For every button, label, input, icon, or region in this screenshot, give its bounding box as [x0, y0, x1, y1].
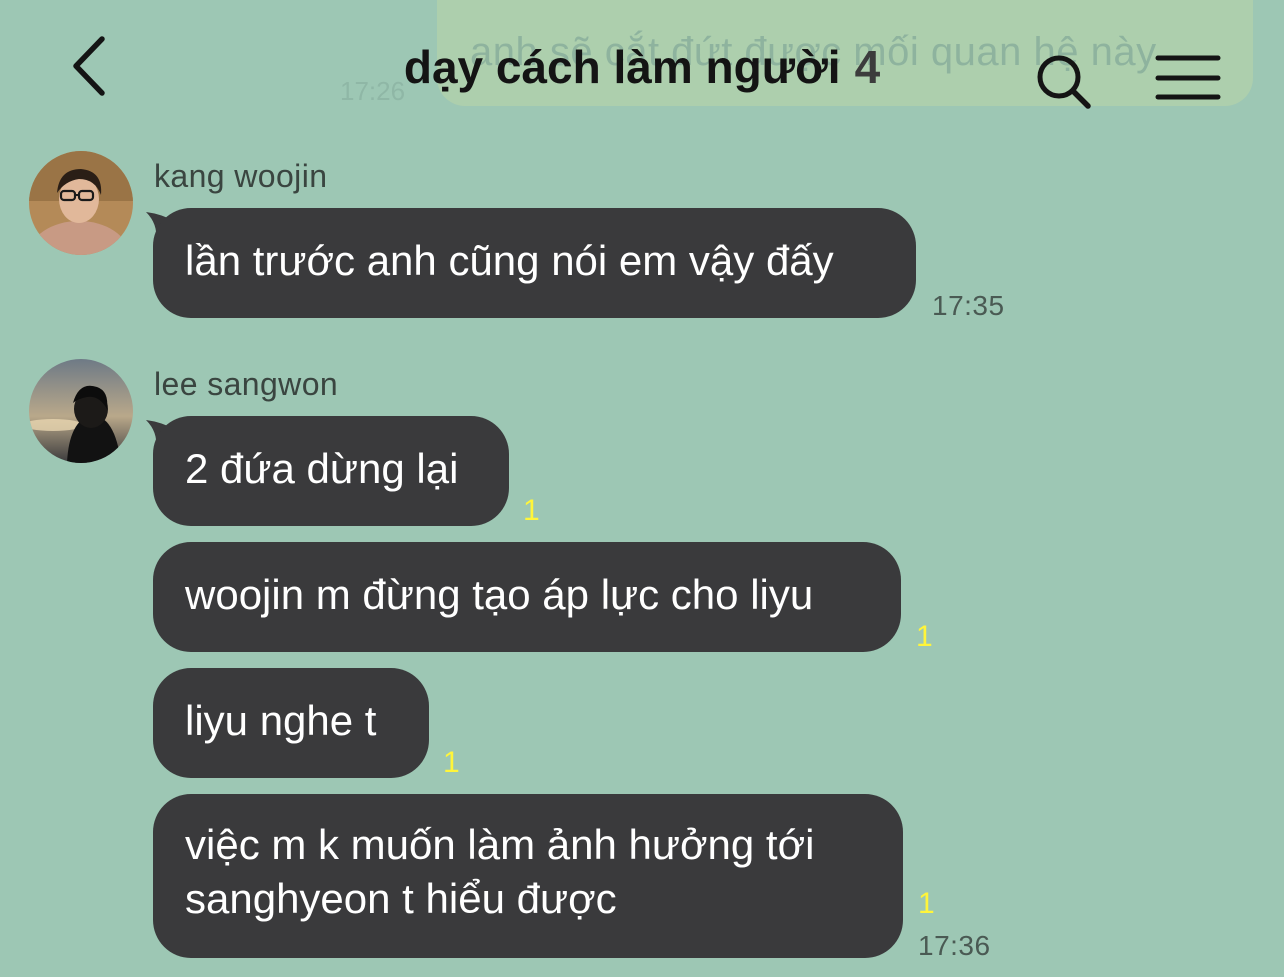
chat-header: dạy cách làm người 4 [0, 0, 1284, 140]
message-text: woojin m đừng tạo áp lực cho liyu [185, 571, 814, 618]
message-time: 17:36 [918, 930, 991, 961]
message-bubble[interactable]: woojin m đừng tạo áp lực cho liyu [153, 542, 901, 652]
message-text: lần trước anh cũng nói em vậy đấy [185, 237, 834, 284]
menu-button[interactable] [1152, 50, 1224, 106]
message-bubble[interactable]: lần trước anh cũng nói em vậy đấy [153, 208, 916, 318]
menu-icon [1155, 55, 1221, 100]
profile-photo-icon [29, 359, 133, 463]
message-text-line: sanghyeon t hiểu được [185, 875, 617, 922]
unread-count: 1 [918, 887, 935, 920]
unread-count: 1 [523, 494, 540, 527]
sender-name: kang woojin [154, 158, 328, 194]
sender-name: lee sangwon [154, 366, 339, 402]
search-icon [1037, 55, 1091, 109]
member-count: 4 [854, 41, 881, 93]
message-text: liyu nghe t [185, 697, 377, 744]
chat-screen: anh sẽ cắt đứt được mối quan hệ này 17:2… [0, 0, 1284, 977]
message-text-line: việc m k muốn làm ảnh hưởng tới [185, 821, 815, 868]
chat-title-text: dạy cách làm người [403, 41, 841, 93]
message-time: 17:35 [932, 290, 1005, 321]
message-bubble[interactable]: 2 đứa dừng lại [153, 416, 509, 526]
unread-count: 1 [443, 746, 460, 779]
message-text: 2 đứa dừng lại [185, 445, 459, 492]
avatar-kang-woojin[interactable] [29, 151, 133, 255]
unread-count: 1 [916, 620, 933, 653]
message-bubble[interactable]: việc m k muốn làm ảnh hưởng tới sanghyeo… [153, 794, 903, 958]
profile-photo-icon [29, 151, 133, 255]
search-button[interactable] [1030, 48, 1096, 114]
message-bubble[interactable]: liyu nghe t [153, 668, 429, 778]
avatar-lee-sangwon[interactable] [29, 359, 133, 463]
